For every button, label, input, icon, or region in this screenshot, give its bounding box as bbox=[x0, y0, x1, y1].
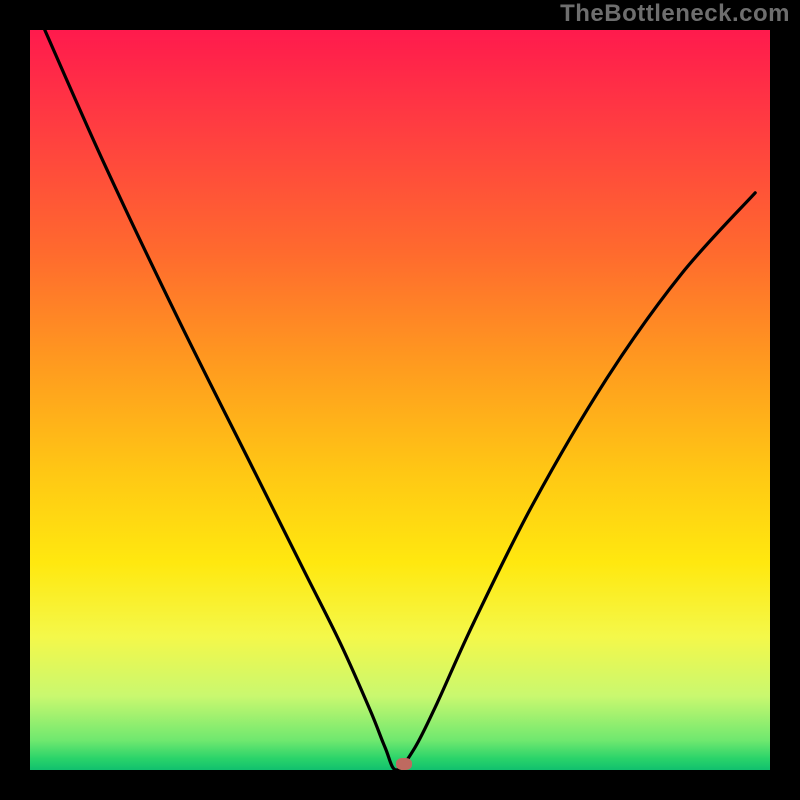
bottleneck-curve bbox=[30, 30, 770, 770]
watermark-text: TheBottleneck.com bbox=[560, 0, 790, 28]
optimal-point-marker bbox=[396, 758, 412, 770]
plot-area bbox=[30, 30, 770, 770]
chart-frame: TheBottleneck.com bbox=[0, 0, 800, 800]
